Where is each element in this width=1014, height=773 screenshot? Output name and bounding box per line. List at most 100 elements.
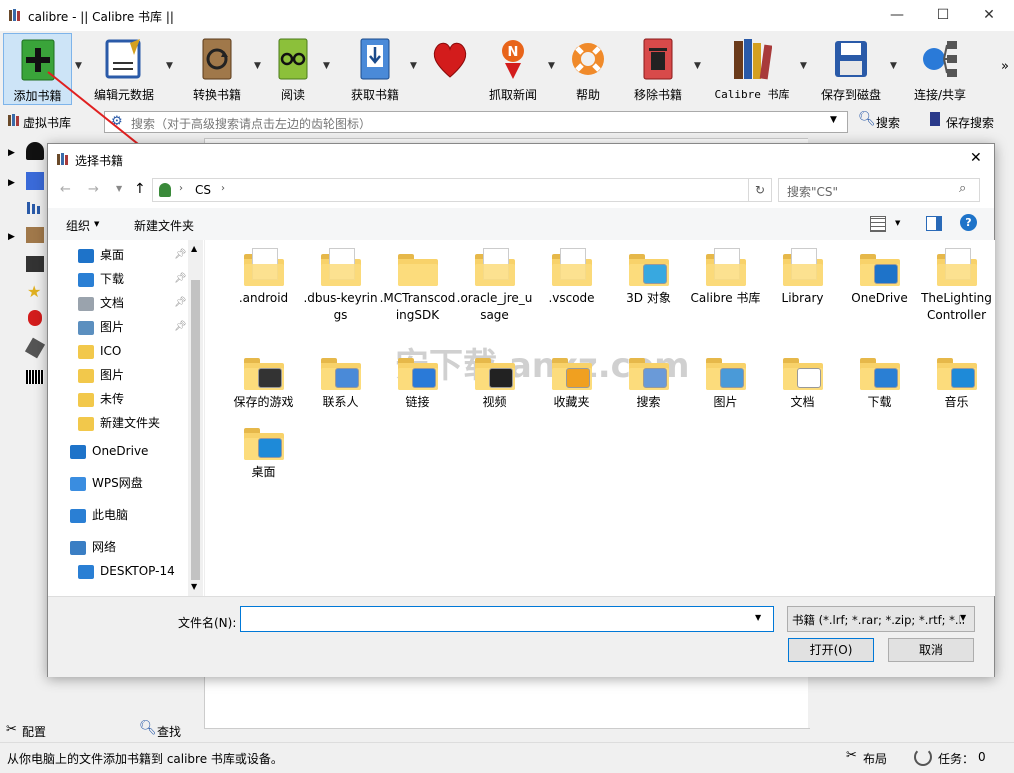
donate-button[interactable] xyxy=(424,33,476,103)
rating-star-icon[interactable]: ★ xyxy=(27,282,41,301)
pin-icon[interactable]: 📌︎ xyxy=(174,268,187,290)
file-item[interactable]: 收藏夹 xyxy=(533,350,610,411)
filename-input[interactable]: ▼ xyxy=(240,606,774,632)
file-type-dropdown-icon[interactable]: ▼ xyxy=(960,613,967,622)
pin-icon[interactable]: 📌︎ xyxy=(174,292,187,314)
remove-books-button[interactable]: 移除书籍 xyxy=(628,33,688,103)
save-to-disk-button[interactable]: 保存到磁盘 xyxy=(816,33,886,103)
authors-icon[interactable] xyxy=(26,142,44,160)
file-item[interactable]: 搜索 xyxy=(610,350,687,411)
address-bar[interactable]: › CS › ▼ xyxy=(152,178,770,202)
refresh-button[interactable]: ↻ xyxy=(748,178,772,202)
breadcrumb-cs[interactable]: CS xyxy=(195,183,211,197)
file-item[interactable]: .android xyxy=(225,246,302,307)
file-item[interactable]: 联系人 xyxy=(302,350,379,411)
identifiers-barcode-icon[interactable] xyxy=(26,370,44,384)
file-item[interactable]: 音乐 xyxy=(918,350,995,411)
file-item[interactable]: 图片 xyxy=(687,350,764,411)
cancel-button[interactable]: 取消 xyxy=(888,638,974,662)
file-item[interactable]: .vscode xyxy=(533,246,610,307)
read-dropdown-icon[interactable]: ▼ xyxy=(323,61,333,71)
help-icon[interactable]: ? xyxy=(960,214,977,231)
back-arrow-icon[interactable]: ← xyxy=(60,182,71,197)
nav-group-item[interactable]: WPS网盘 xyxy=(70,472,194,494)
help-button[interactable]: 帮助 xyxy=(562,33,614,103)
search-input[interactable]: ⚙ 搜索（对于高级搜索请点击左边的齿轮图标） ▼ xyxy=(104,111,848,133)
file-type-filter[interactable]: 书籍 (*.lrf; *.rar; *.zip; *.rtf; *.li ▼ xyxy=(787,606,975,632)
publisher-icon[interactable] xyxy=(26,227,44,243)
file-item[interactable]: 桌面 xyxy=(225,420,302,481)
gear-icon[interactable]: ⚙ xyxy=(111,114,123,129)
file-list-view[interactable]: 安下载 anxz.com .android .dbus-keyrings .MC… xyxy=(204,240,995,596)
edit-metadata-dropdown-icon[interactable]: ▼ xyxy=(166,61,176,71)
minimize-button[interactable]: — xyxy=(874,0,920,31)
config-button[interactable]: 配置 xyxy=(22,723,46,740)
maximize-button[interactable]: ☐ xyxy=(920,0,966,31)
dialog-search-input[interactable]: 搜索"CS" ⌕ xyxy=(778,178,980,202)
preview-pane-icon[interactable] xyxy=(926,216,942,231)
nav-scrollbar[interactable]: ▲ ▼ xyxy=(188,240,203,596)
virtual-library-button[interactable]: 虚拟书库 xyxy=(23,114,71,131)
open-button[interactable]: 打开(O) xyxy=(788,638,874,662)
read-button[interactable]: 阅读 xyxy=(266,33,320,103)
expand-languages-icon[interactable]: ▶ xyxy=(8,178,15,188)
add-books-dropdown-icon[interactable]: ▼ xyxy=(75,61,85,71)
jobs-label[interactable]: 任务： xyxy=(938,750,974,767)
news-icon[interactable] xyxy=(28,310,42,326)
nav-item[interactable]: ICO xyxy=(78,340,188,362)
save-dropdown-icon[interactable]: ▼ xyxy=(890,61,900,71)
new-folder-button[interactable]: 新建文件夹 xyxy=(134,217,194,234)
nav-group-item[interactable]: 网络 xyxy=(70,536,194,558)
recent-locations-icon[interactable]: ▼ xyxy=(116,184,122,193)
layout-button[interactable]: 布局 xyxy=(863,750,887,767)
file-item[interactable]: 视频 xyxy=(456,350,533,411)
formats-icon[interactable] xyxy=(26,256,44,272)
edit-metadata-button[interactable]: 编辑元数据 xyxy=(88,33,160,103)
file-item[interactable]: 下载 xyxy=(841,350,918,411)
close-button[interactable]: ✕ xyxy=(966,0,1012,31)
get-books-button[interactable]: 获取书籍 xyxy=(344,33,406,103)
file-item[interactable]: .MCTranscodingSDK xyxy=(379,246,456,324)
file-item[interactable]: 3D 对象 xyxy=(610,246,687,307)
convert-dropdown-icon[interactable]: ▼ xyxy=(254,61,264,71)
dialog-close-button[interactable]: ✕ xyxy=(970,150,982,166)
find-button[interactable]: 查找 xyxy=(157,723,181,740)
fetch-news-dropdown-icon[interactable]: ▼ xyxy=(548,61,558,71)
view-dropdown-icon[interactable]: ▼ xyxy=(895,219,900,227)
file-item[interactable]: Library xyxy=(764,246,841,307)
up-arrow-icon[interactable]: ↑ xyxy=(134,181,146,197)
nav-item[interactable]: 文档 📌︎ xyxy=(78,292,188,314)
nav-item[interactable]: 图片 xyxy=(78,364,188,386)
nav-group-item[interactable]: OneDrive xyxy=(70,440,194,462)
tags-icon[interactable] xyxy=(24,337,46,359)
file-item[interactable]: 文档 xyxy=(764,350,841,411)
breadcrumb-chevron-icon[interactable]: › xyxy=(221,183,225,194)
expand-publisher-icon[interactable]: ▶ xyxy=(8,232,15,242)
file-item[interactable]: 链接 xyxy=(379,350,456,411)
expand-authors-icon[interactable]: ▶ xyxy=(8,148,15,158)
connect-share-button[interactable]: 连接/共享 xyxy=(906,33,974,103)
nav-item[interactable]: 桌面 📌︎ xyxy=(78,244,188,266)
scroll-down-icon[interactable]: ▼ xyxy=(191,582,197,591)
pin-icon[interactable]: 📌︎ xyxy=(174,316,187,338)
library-dropdown-icon[interactable]: ▼ xyxy=(800,61,810,71)
remove-dropdown-icon[interactable]: ▼ xyxy=(694,61,704,71)
convert-books-button[interactable]: 转换书籍 xyxy=(184,33,250,103)
pin-icon[interactable]: 📌︎ xyxy=(174,244,187,266)
organize-menu[interactable]: 组织 xyxy=(66,217,90,234)
file-item[interactable]: Calibre 书库 xyxy=(687,246,764,307)
filename-dropdown-icon[interactable]: ▼ xyxy=(755,613,761,622)
scroll-up-icon[interactable]: ▲ xyxy=(191,244,197,253)
fetch-news-button[interactable]: N 抓取新闻 xyxy=(484,33,542,103)
nav-item[interactable]: 下载 📌︎ xyxy=(78,268,188,290)
horizontal-scrollbar[interactable] xyxy=(204,728,810,743)
series-icon[interactable] xyxy=(26,200,44,216)
search-button[interactable]: 搜索 xyxy=(876,114,900,131)
view-options-icon[interactable] xyxy=(870,216,886,232)
get-books-dropdown-icon[interactable]: ▼ xyxy=(410,61,420,71)
forward-arrow-icon[interactable]: → xyxy=(88,182,99,197)
file-item[interactable]: 保存的游戏 xyxy=(225,350,302,411)
nav-item[interactable]: 未传 xyxy=(78,388,188,410)
calibre-library-button[interactable]: Calibre 书库 xyxy=(710,33,794,103)
organize-dropdown-icon[interactable]: ▼ xyxy=(94,220,99,228)
